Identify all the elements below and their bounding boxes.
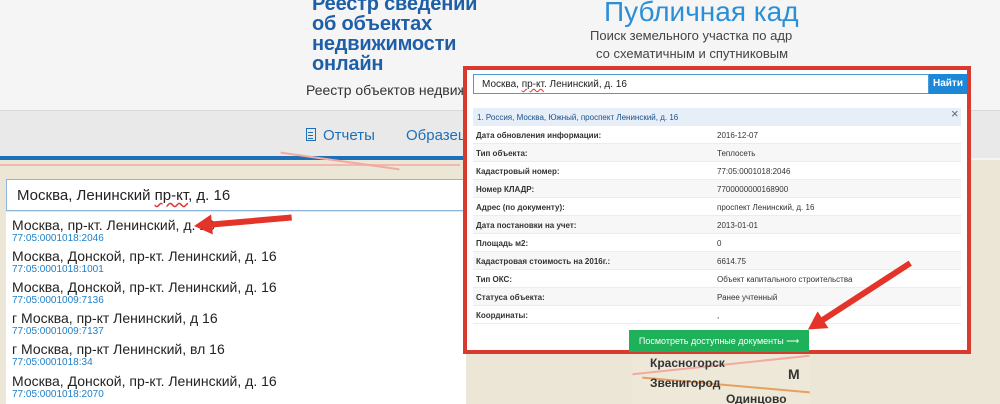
object-heading: 1. Россия, Москва, Южный, проспект Ленин… [473, 108, 961, 126]
popup-search-text: Москва, [482, 79, 522, 90]
result-cadastral-number[interactable]: 77:05:0001009:7136 [12, 295, 277, 307]
detail-row: Кадастровый номер: 77:05:0001018:2046 [473, 162, 961, 180]
detail-value: 0 [717, 239, 722, 248]
result-cadastral-number[interactable]: 77:05:0001018:2046 [12, 233, 215, 245]
detail-row: Площадь м2: 0 [473, 234, 961, 252]
nav-reports-label: Отчеты [323, 127, 375, 144]
object-details: 1. Россия, Москва, Южный, проспект Ленин… [473, 106, 961, 324]
detail-row: Тип объекта: Теплосеть [473, 144, 961, 162]
public-map-subtitle-1: Поиск земельного участка по адр [590, 28, 793, 43]
result-item[interactable]: Москва, Донской, пр-кт. Ленинский, д. 16… [12, 248, 277, 276]
map-city-label: М [788, 366, 800, 382]
result-cadastral-number[interactable]: 77:05:0001018:1001 [12, 264, 277, 276]
popup-search-text: . Ленинский, д. 16 [543, 79, 627, 90]
map-road [0, 164, 460, 166]
map-fragment[interactable]: Красногорск М Звенигород Одинцово [632, 350, 810, 404]
search-text-part: Москва, Ленинский [17, 187, 155, 204]
result-address: Москва, Донской, пр-кт. Ленинский, д. 16 [12, 279, 277, 295]
page: Реестр сведений об объектах недвижимости… [0, 0, 1000, 404]
result-address: г Москва, пр-кт Ленинский, д 16 [12, 310, 218, 326]
result-item[interactable]: г Москва, пр-кт Ленинский, вл 16 77:05:0… [12, 341, 225, 369]
object-info-popup: Москва, пр-кт. Ленинский, д. 16 Найти 1.… [463, 66, 971, 354]
result-address: г Москва, пр-кт Ленинский, вл 16 [12, 341, 225, 357]
detail-key: Тип ОКС: [476, 275, 512, 284]
result-cadastral-number[interactable]: 77:05:0001009:7137 [12, 326, 218, 338]
close-icon[interactable]: × [951, 106, 959, 121]
result-address: Москва, Донской, пр-кт. Ленинский, д. 16 [12, 248, 277, 264]
detail-key: Кадастровая стоимость на 2016г.: [476, 257, 611, 266]
find-button[interactable]: Найти [929, 74, 967, 94]
search-text-misspelled: пр-кт [154, 187, 189, 204]
detail-key: Кадастровый номер: [476, 167, 560, 176]
view-documents-button[interactable]: Посмотреть доступные документы ⟶ [629, 330, 809, 352]
search-results-list: Москва, пр-кт. Ленинский, д. 16 77:05:00… [6, 212, 466, 404]
result-address: Москва, пр-кт. Ленинский, д. 16 [12, 217, 215, 233]
popup-search-input[interactable]: Москва, пр-кт. Ленинский, д. 16 [473, 74, 929, 94]
site-logo-title[interactable]: Реестр сведений об объектах недвижимости… [312, 0, 482, 74]
detail-value: Объект капитального строительства [717, 275, 853, 284]
detail-key: Статуса объекта: [476, 293, 545, 302]
detail-value: 77:05:0001018:2046 [717, 167, 791, 176]
nav-samples-link[interactable]: Образец [406, 127, 466, 144]
detail-key: Дата обновления информации: [476, 131, 602, 140]
nav-reports-link[interactable]: Отчеты [306, 127, 375, 144]
detail-key: Номер КЛАДР: [476, 185, 535, 194]
result-address: Москва, Донской, пр-кт. Ленинский, д. 16 [12, 373, 277, 389]
detail-row: Дата обновления информации: 2016-12-07 [473, 126, 961, 144]
map-city-label: Красногорск [650, 356, 725, 370]
result-item[interactable]: Москва, пр-кт. Ленинский, д. 16 77:05:00… [12, 217, 215, 245]
detail-key: Дата постановки на учет: [476, 221, 577, 230]
map-city-label: Одинцово [726, 392, 787, 404]
detail-row: Кадастровая стоимость на 2016г.: 6614.75 [473, 252, 961, 270]
detail-row: Координаты:, [473, 306, 961, 324]
search-text-part: , д. 16 [188, 187, 231, 204]
document-icon [306, 128, 316, 141]
detail-row: Дата постановки на учет: 2013-01-01 [473, 216, 961, 234]
detail-value: 2016-12-07 [717, 131, 758, 140]
detail-value: , [717, 311, 720, 320]
public-map-subtitle-2: со схематичным и спутниковым [596, 46, 789, 61]
detail-value: Теплосеть [717, 149, 756, 158]
detail-row: Номер КЛАДР: 7700000000168900 [473, 180, 961, 198]
detail-value: 2013-01-01 [717, 221, 758, 230]
result-item[interactable]: Москва, Донской, пр-кт. Ленинский, д. 16… [12, 279, 277, 307]
detail-key: Координаты: [476, 311, 529, 320]
detail-row: Статуса объекта: Ранее учтенный [473, 288, 961, 306]
detail-key: Площадь м2: [476, 239, 529, 248]
site-logo-subtitle: Реестр объектов недвиж [306, 82, 467, 98]
detail-value: 7700000000168900 [717, 185, 789, 194]
detail-row: Адрес (по документу): проспект Ленинский,… [473, 198, 961, 216]
detail-value: проспект Ленинский, д. 16 [717, 203, 815, 212]
result-cadastral-number[interactable]: 77:05:0001018:34 [12, 357, 225, 369]
result-item[interactable]: Москва, Донской, пр-кт. Ленинский, д. 16… [12, 373, 277, 401]
detail-key: Тип объекта: [476, 149, 528, 158]
popup-search-misspelled: пр-кт [521, 79, 544, 90]
address-search-input[interactable]: Москва, Ленинский пр-кт, д. 16 [6, 179, 466, 211]
map-city-label: Звенигород [650, 376, 721, 390]
detail-value: 6614.75 [717, 257, 746, 266]
public-map-title: Публичная кад [604, 0, 799, 27]
result-cadastral-number[interactable]: 77:05:0001018:2070 [12, 389, 277, 401]
detail-value: Ранее учтенный [717, 293, 778, 302]
result-item[interactable]: г Москва, пр-кт Ленинский, д 16 77:05:00… [12, 310, 218, 338]
detail-key: Адрес (по документу): [476, 203, 565, 212]
